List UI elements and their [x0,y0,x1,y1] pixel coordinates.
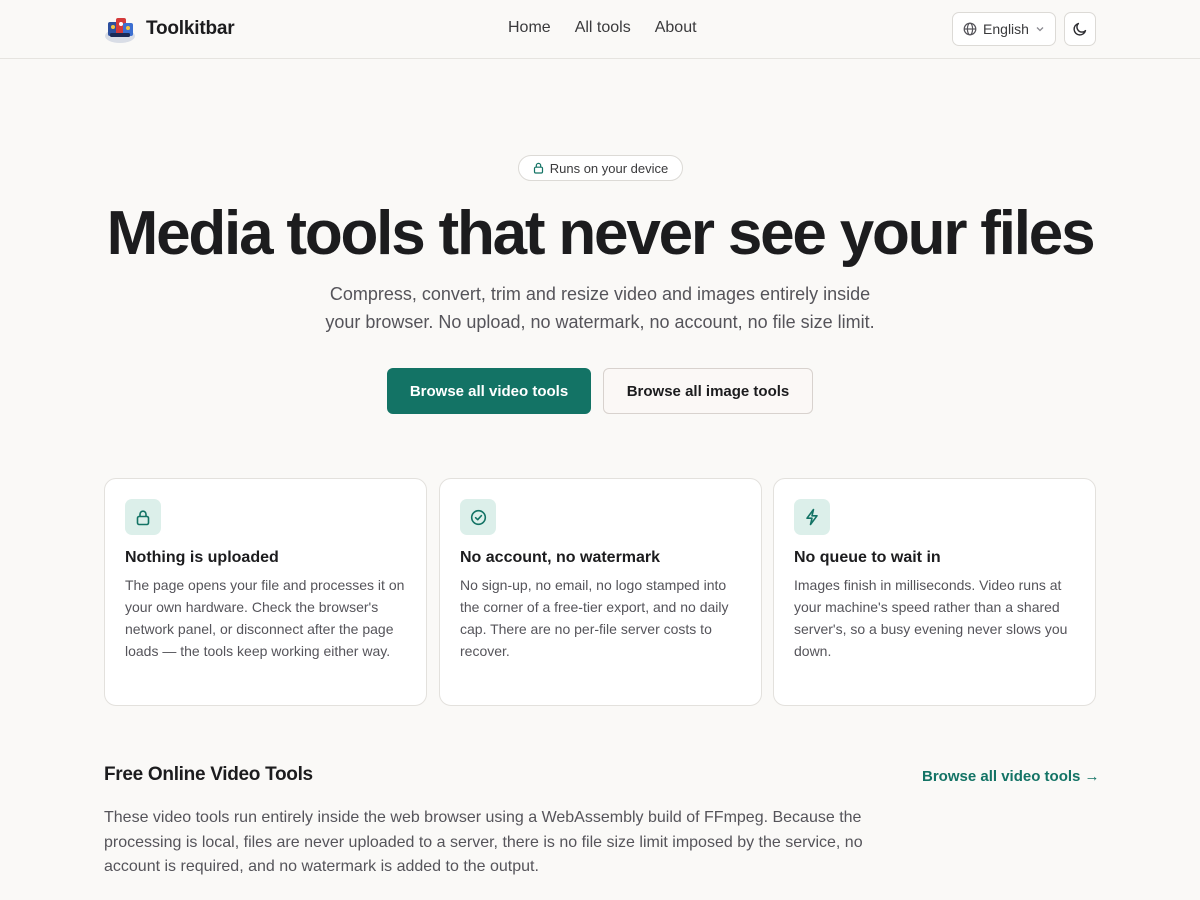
nav-about[interactable]: About [655,19,697,37]
theme-toggle-button[interactable] [1064,12,1096,46]
feature-text: No sign-up, no email, no logo stamped in… [460,577,729,659]
brand-name: Toolkitbar [146,18,235,39]
badge-label: Runs on your device [549,160,669,176]
feature-card-uploaded: Nothing is uploaded The page opens your … [104,478,427,706]
language-label: English [983,21,1029,37]
moon-icon [1073,22,1087,36]
browse-image-tools-button[interactable]: Browse all image tools [603,368,813,414]
brand[interactable]: Toolkitbar [104,14,235,44]
feature-title: Nothing is uploaded [125,549,279,566]
hero-subtitle-line1: Compress, convert, trim and resize video… [329,284,871,304]
check-circle-icon [460,499,496,535]
browse-video-tools-link[interactable]: Browse all video tools → [922,768,1100,785]
hero-subtitle: Compress, convert, trim and resize video… [300,280,900,336]
lock-icon [125,499,161,535]
feature-title: No queue to wait in [794,549,941,566]
nav-home[interactable]: Home [508,19,551,37]
section-title: Free Online Video Tools [104,764,313,785]
language-select[interactable]: English [952,12,1056,46]
hero-subtitle-line2: your browser. No upload, no watermark, n… [325,312,875,332]
browse-video-tools-button[interactable]: Browse all video tools [387,368,591,414]
logo-icon [105,18,135,43]
chevron-down-icon [1036,27,1044,32]
feature-title: No account, no watermark [460,549,661,566]
lock-icon [533,162,543,174]
hero-title: Media tools that never see your files [106,199,1096,268]
nav-all-tools[interactable]: All tools [575,19,631,37]
lightning-icon [794,499,830,535]
status-badge: Runs on your device [518,155,683,181]
section-description: These video tools run entirely inside th… [104,809,863,875]
main-nav: Home All tools About [508,19,697,37]
feature-text: The page opens your file and processes i… [125,577,405,659]
feature-card-queue: No queue to wait in Images finish in mil… [773,478,1096,706]
feature-text: Images finish in milliseconds. Video run… [794,577,1068,659]
globe-icon [963,22,977,36]
feature-card-account: No account, no watermark No sign-up, no … [439,478,762,706]
site-header: Toolkitbar Home All tools About English [0,0,1200,59]
